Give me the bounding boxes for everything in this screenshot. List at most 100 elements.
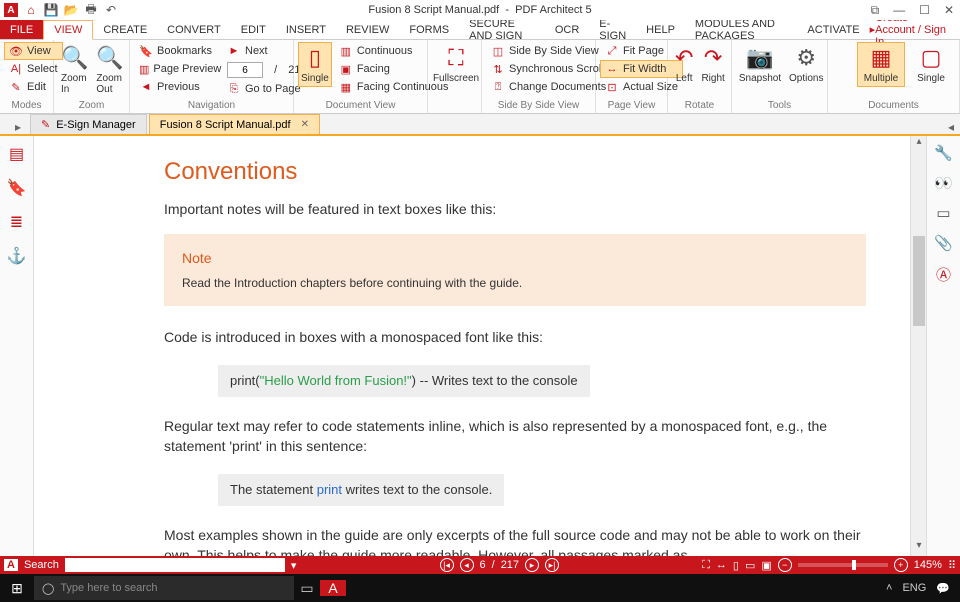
taskbar: ⊞ ◯ Type here to search ▭ A ˄ ENG 💬 xyxy=(0,574,960,602)
right-rail: 🔧 👀 ▭ 📎 Ⓐ xyxy=(926,136,960,556)
main-area: ▤ 🔖 ≣ ⚓ Conventions Important notes will… xyxy=(0,136,960,556)
tab-esign[interactable]: E-SIGN xyxy=(589,20,636,39)
rotate-right[interactable]: ↷Right xyxy=(698,42,727,87)
group-label-pageview: Page View xyxy=(600,98,663,113)
zoom-out[interactable]: 🔍Zoom Out xyxy=(93,42,126,98)
home-icon[interactable]: ⌂ xyxy=(24,3,38,17)
nav-previous[interactable]: ◄Previous xyxy=(134,78,220,96)
tab-activate[interactable]: ACTIVATE xyxy=(797,20,869,39)
first-page-icon[interactable]: |◂ xyxy=(440,558,454,572)
save-icon[interactable]: 💾 xyxy=(44,3,58,17)
prev-page-icon[interactable]: ◂ xyxy=(460,558,474,572)
task-view-icon[interactable]: ▭ xyxy=(294,580,320,597)
pen-icon: ✎ xyxy=(41,118,50,131)
zoom-percent: 145% xyxy=(914,559,942,571)
view-facing-icon[interactable]: ▣ xyxy=(761,559,771,572)
binoculars-icon[interactable]: 👀 xyxy=(934,174,953,192)
layers-icon[interactable]: ≣ xyxy=(10,212,23,232)
tools-options[interactable]: ⚙Options xyxy=(786,42,826,87)
zoom-in-icon[interactable]: + xyxy=(894,558,908,572)
status-more-icon[interactable]: ⠿ xyxy=(948,559,956,572)
status-bar: A Search ▾ |◂ ◂ 6 /217 ▸ ▸| ⛶ ↔ ▯ ▭ ▣ − … xyxy=(0,556,960,574)
rotate-left[interactable]: ↶Left xyxy=(672,42,696,87)
signature-icon[interactable]: Ⓐ xyxy=(936,264,951,285)
taskbar-app-icon[interactable]: A xyxy=(320,580,346,596)
taskbar-search-placeholder: Type here to search xyxy=(60,582,157,594)
start-button[interactable]: ⊞ xyxy=(0,580,34,597)
scroll-up-icon[interactable]: ▴ xyxy=(911,136,927,152)
group-label-zoom: Zoom xyxy=(58,98,125,113)
fit-width-icon[interactable]: ↔ xyxy=(716,559,727,571)
note-box: Note Read the Introduction chapters befo… xyxy=(164,234,866,306)
titlebar: A ⌂ 💾 📂 🖶 ↶ Fusion 8 Script Manual.pdf -… xyxy=(0,0,960,20)
tab-file[interactable]: FILE xyxy=(0,20,43,39)
left-panel-expand-icon[interactable]: ▸ xyxy=(6,120,30,134)
para-1: Important notes will be featured in text… xyxy=(164,200,866,220)
tab-forms[interactable]: FORMS xyxy=(399,20,459,39)
maximize-icon[interactable]: ☐ xyxy=(919,3,930,18)
tab-edit[interactable]: EDIT xyxy=(231,20,276,39)
tab-create[interactable]: CREATE xyxy=(93,20,157,39)
undo-icon[interactable]: ↶ xyxy=(104,3,118,17)
tab-ocr[interactable]: OCR xyxy=(545,20,589,39)
right-panel-expand-icon[interactable]: ◂ xyxy=(948,120,954,134)
tray-lang[interactable]: ENG xyxy=(902,582,926,594)
taskbar-search[interactable]: ◯ Type here to search xyxy=(34,576,294,600)
documents-multiple[interactable]: ▦Multiple xyxy=(857,42,905,87)
nav-page-preview[interactable]: ▥Page Preview xyxy=(134,60,220,78)
tab-review[interactable]: REVIEW xyxy=(336,20,399,39)
last-page-icon[interactable]: ▸| xyxy=(545,558,559,572)
close-tab-icon[interactable]: ✕ xyxy=(301,119,309,130)
open-icon[interactable]: 📂 xyxy=(64,3,78,17)
fit-page-icon[interactable]: ⛶ xyxy=(702,559,710,572)
zoom-out-icon[interactable]: − xyxy=(778,558,792,572)
para-2: Code is introduced in boxes with a monos… xyxy=(164,328,866,348)
stamp-icon[interactable]: ▭ xyxy=(936,204,950,222)
group-label-rotate: Rotate xyxy=(672,98,727,113)
status-search-label: Search xyxy=(24,559,59,571)
doctab-document[interactable]: Fusion 8 Script Manual.pdf✕ xyxy=(149,114,320,134)
docview-single[interactable]: ▯Single xyxy=(298,42,332,87)
tab-insert[interactable]: INSERT xyxy=(276,20,336,39)
next-page-icon[interactable]: ▸ xyxy=(525,558,539,572)
tab-modules[interactable]: MODULES AND PACKAGES xyxy=(685,20,798,39)
minimize-icon[interactable]: — xyxy=(893,3,905,18)
nav-bookmarks[interactable]: 🔖Bookmarks xyxy=(134,42,220,60)
left-rail: ▤ 🔖 ≣ ⚓ xyxy=(0,136,34,556)
tab-convert[interactable]: CONVERT xyxy=(157,20,231,39)
tab-secure[interactable]: SECURE AND SIGN xyxy=(459,20,545,39)
tools-snapshot[interactable]: 📷Snapshot xyxy=(736,42,784,87)
print-icon[interactable]: 🖶 xyxy=(84,3,98,17)
thumbnails-icon[interactable]: ▤ xyxy=(9,144,24,164)
status-page-current: 6 xyxy=(480,559,486,571)
zoom-in[interactable]: 🔍Zoom In xyxy=(58,42,91,98)
attachment-icon[interactable]: 📎 xyxy=(934,234,953,252)
doctab-esign[interactable]: ✎E-Sign Manager xyxy=(30,114,147,134)
search-dropdown-icon[interactable]: ▾ xyxy=(291,559,297,572)
vertical-scrollbar[interactable]: ▴ ▾ xyxy=(910,136,926,556)
view-continuous-icon[interactable]: ▭ xyxy=(745,559,755,572)
scroll-thumb[interactable] xyxy=(913,236,925,326)
documents-single[interactable]: ▢Single xyxy=(907,42,955,87)
restore-down-icon[interactable]: ⧉ xyxy=(871,3,880,18)
bookmarks-icon[interactable]: 🔖 xyxy=(7,178,27,198)
anchor-icon[interactable]: ⚓ xyxy=(7,246,27,266)
tab-view[interactable]: VIEW xyxy=(43,20,93,40)
tab-help[interactable]: HELP xyxy=(636,20,685,39)
status-page-total: 217 xyxy=(501,559,519,571)
notifications-icon[interactable]: 💬 xyxy=(936,582,950,595)
view-single-icon[interactable]: ▯ xyxy=(733,559,739,572)
status-search-input[interactable] xyxy=(65,558,285,572)
close-icon[interactable]: ✕ xyxy=(944,3,954,18)
note-body: Read the Introduction chapters before co… xyxy=(182,276,848,290)
note-title: Note xyxy=(182,250,848,266)
zoom-slider[interactable] xyxy=(798,563,888,567)
search-tool-icon[interactable]: 🔧 xyxy=(934,144,953,162)
page-number-input[interactable] xyxy=(227,62,263,78)
scroll-down-icon[interactable]: ▾ xyxy=(911,540,927,556)
tray-chevron-icon[interactable]: ˄ xyxy=(886,582,892,594)
group-label-tools: Tools xyxy=(736,98,823,113)
code-box-1: print("Hello World from Fusion!") -- Wri… xyxy=(218,365,590,397)
create-account-link[interactable]: ▸ Create Account / Sign In xyxy=(870,20,960,39)
fullscreen[interactable]: ⛶Fullscreen xyxy=(432,42,480,87)
